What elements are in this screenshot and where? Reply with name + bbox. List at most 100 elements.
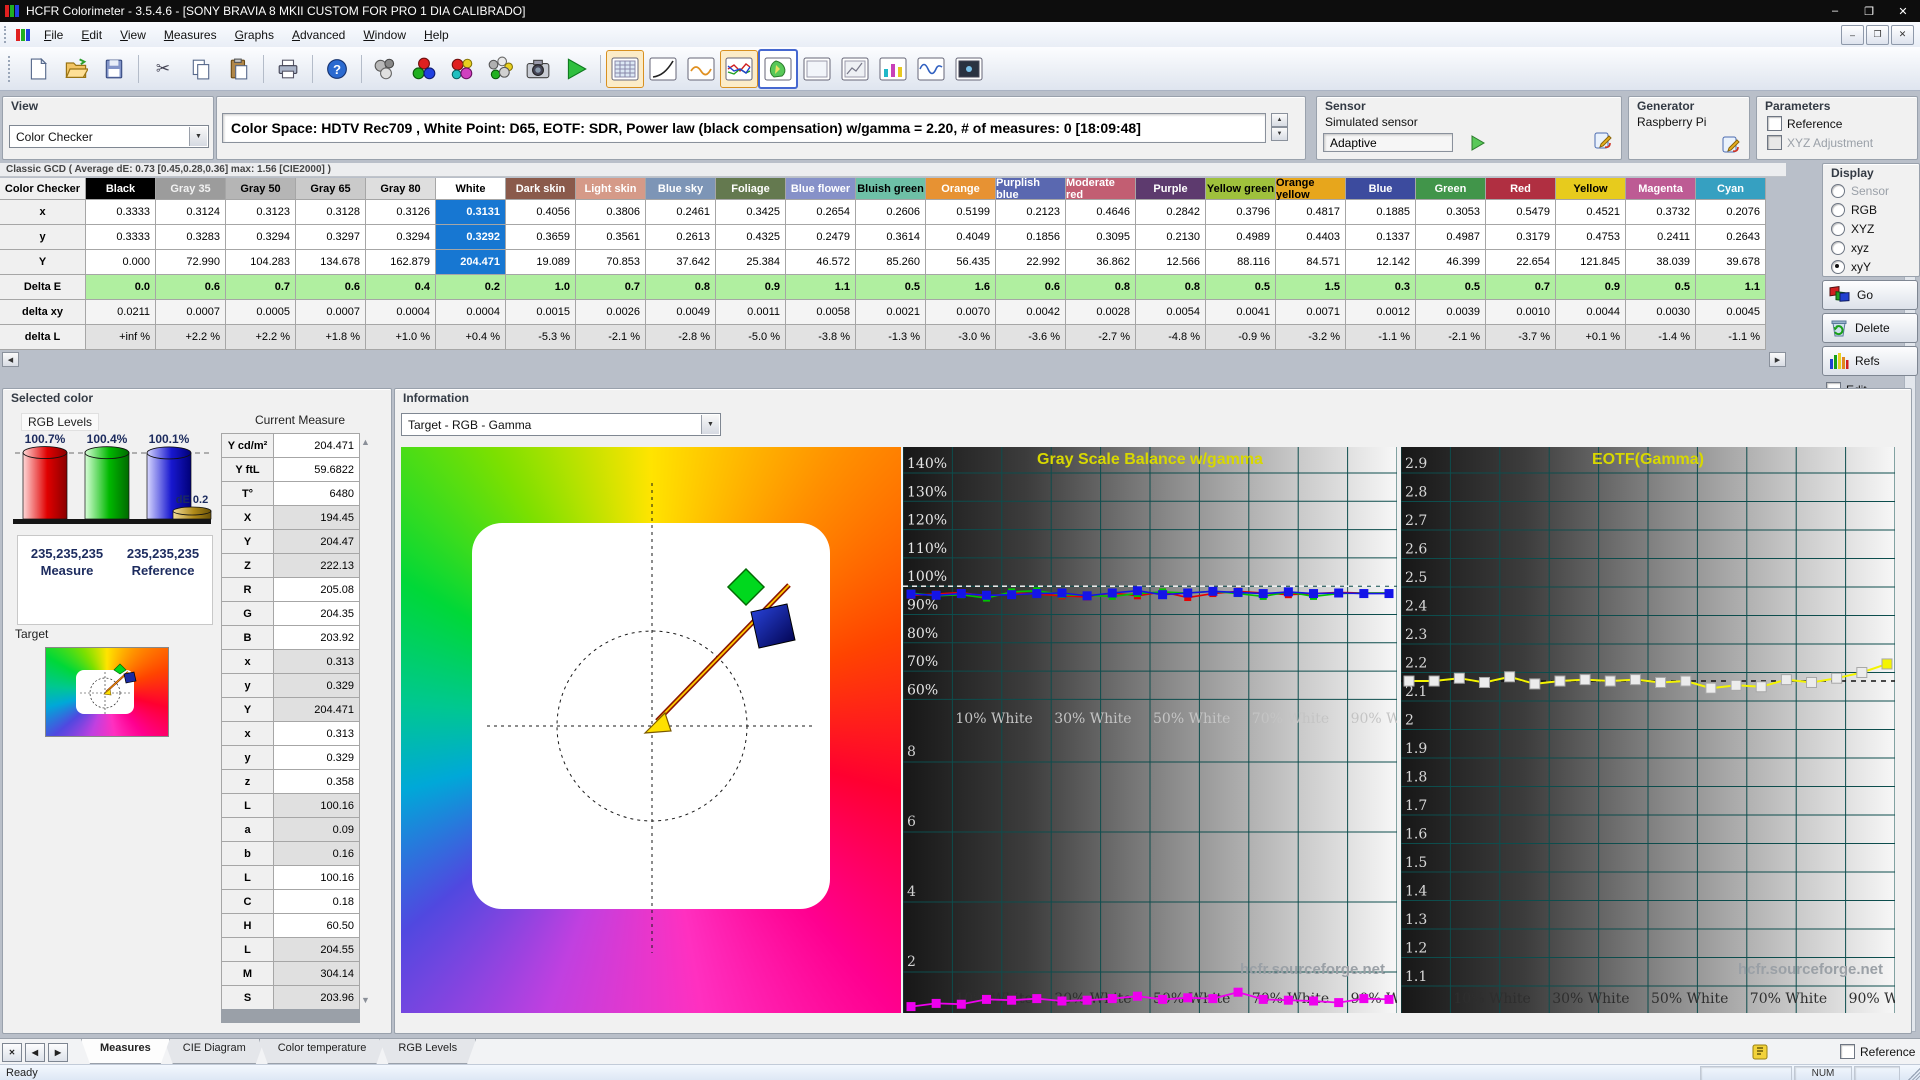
cm-scroll-up-icon[interactable]: ▲: [361, 437, 370, 447]
table-cell[interactable]: 46.572: [786, 250, 856, 275]
table-cell[interactable]: 0.2076: [1696, 200, 1766, 225]
table-cell[interactable]: +1.0 %: [366, 325, 436, 350]
table-cell[interactable]: 0.3614: [856, 225, 926, 250]
capture-button[interactable]: [519, 50, 557, 88]
table-cell[interactable]: 1.1: [1696, 275, 1766, 300]
bottom-reference-checkbox[interactable]: [1840, 1044, 1855, 1059]
table-cell[interactable]: 0.0030: [1626, 300, 1696, 325]
table-cell[interactable]: 0.0012: [1346, 300, 1416, 325]
tab-measures[interactable]: Measures: [81, 1039, 170, 1064]
tab-scroll-left-icon[interactable]: ◀: [25, 1043, 45, 1062]
sensor-mode-field[interactable]: Adaptive: [1323, 133, 1453, 152]
table-cell[interactable]: 0.4049: [926, 225, 996, 250]
table-cell[interactable]: 12.566: [1136, 250, 1206, 275]
table-cell[interactable]: +0.1 %: [1556, 325, 1626, 350]
table-cell[interactable]: 0.2: [436, 275, 506, 300]
column-header-black[interactable]: Black: [86, 178, 156, 200]
table-cell[interactable]: 0.8: [1066, 275, 1136, 300]
open-file-button[interactable]: [57, 50, 95, 88]
column-header-bluish-green[interactable]: Bluish green: [856, 178, 926, 200]
mdi-close-icon[interactable]: ✕: [1891, 24, 1914, 45]
table-cell[interactable]: 1.0: [506, 275, 576, 300]
radio-xyy-icon[interactable]: [1831, 259, 1845, 274]
table-cell[interactable]: 22.992: [996, 250, 1066, 275]
table-cell[interactable]: 0.9: [1556, 275, 1626, 300]
table-cell[interactable]: 56.435: [926, 250, 996, 275]
resize-grip[interactable]: [1905, 1065, 1920, 1080]
table-cell[interactable]: 204.471: [436, 250, 506, 275]
save-button[interactable]: [95, 50, 133, 88]
table-cell[interactable]: 0.2461: [646, 200, 716, 225]
tab-close-icon[interactable]: ✕: [2, 1043, 22, 1062]
table-cell[interactable]: 0.1337: [1346, 225, 1416, 250]
table-cell[interactable]: 0.4989: [1206, 225, 1276, 250]
sensor-configure-icon[interactable]: [1593, 131, 1613, 151]
column-header-dark-skin[interactable]: Dark skin: [506, 178, 576, 200]
measure-secondaries-button[interactable]: [443, 50, 481, 88]
table-scroll-right-icon[interactable]: ▶: [1769, 352, 1786, 367]
notification-icon[interactable]: [1752, 1044, 1768, 1060]
menu-item-help[interactable]: Help: [415, 24, 458, 46]
table-cell[interactable]: +0.4 %: [436, 325, 506, 350]
table-cell[interactable]: 0.3292: [436, 225, 506, 250]
table-cell[interactable]: 0.2130: [1136, 225, 1206, 250]
chevron-down-icon[interactable]: ▼: [189, 127, 207, 146]
tab-cie-diagram[interactable]: CIE Diagram: [164, 1039, 265, 1064]
table-cell[interactable]: 22.654: [1486, 250, 1556, 275]
table-cell[interactable]: -3.2 %: [1276, 325, 1346, 350]
table-cell[interactable]: 0.3294: [366, 225, 436, 250]
table-cell[interactable]: 0.2606: [856, 200, 926, 225]
table-cell[interactable]: 1.6: [926, 275, 996, 300]
table-cell[interactable]: 0.8: [646, 275, 716, 300]
table-cell[interactable]: 0.1856: [996, 225, 1066, 250]
table-cell[interactable]: -1.1 %: [1346, 325, 1416, 350]
table-cell[interactable]: 0.3179: [1486, 225, 1556, 250]
column-header-gray-80[interactable]: Gray 80: [366, 178, 436, 200]
table-cell[interactable]: 0.0011: [716, 300, 786, 325]
table-cell[interactable]: 0.3659: [506, 225, 576, 250]
view-rgb-levels-button[interactable]: [720, 49, 758, 88]
display-option-rgb[interactable]: RGB: [1823, 200, 1919, 219]
column-header-green[interactable]: Green: [1416, 178, 1486, 200]
table-cell[interactable]: 0.7: [576, 275, 646, 300]
table-cell[interactable]: 0.3333: [86, 225, 156, 250]
column-header-yellow[interactable]: Yellow: [1556, 178, 1626, 200]
column-header-gray-50[interactable]: Gray 50: [226, 178, 296, 200]
column-header-moderate-red[interactable]: Moderate red: [1066, 177, 1136, 201]
radio-rgb-icon[interactable]: [1831, 202, 1845, 217]
view-cie-diagram-button[interactable]: [758, 48, 798, 89]
cm-scroll-down-icon[interactable]: ▼: [361, 995, 370, 1005]
view-gamma-curve-button[interactable]: [644, 50, 682, 88]
table-cell[interactable]: 0.3095: [1066, 225, 1136, 250]
table-cell[interactable]: 0.3131: [436, 200, 506, 225]
table-cell[interactable]: 0.0042: [996, 300, 1066, 325]
tab-color-temperature[interactable]: Color temperature: [259, 1039, 386, 1064]
table-cell[interactable]: 38.039: [1626, 250, 1696, 275]
table-cell[interactable]: 0.0004: [436, 300, 506, 325]
mdi-minimize-icon[interactable]: –: [1841, 24, 1864, 45]
table-cell[interactable]: 134.678: [296, 250, 366, 275]
table-cell[interactable]: 0.5479: [1486, 200, 1556, 225]
column-header-purple[interactable]: Purple: [1136, 178, 1206, 200]
table-cell[interactable]: -3.7 %: [1486, 325, 1556, 350]
table-cell[interactable]: 0.0015: [506, 300, 576, 325]
menu-item-graphs[interactable]: Graphs: [226, 24, 283, 46]
table-cell[interactable]: 0.2411: [1626, 225, 1696, 250]
table-cell[interactable]: 0.4325: [716, 225, 786, 250]
table-cell[interactable]: 0.0: [86, 275, 156, 300]
spin-up-icon[interactable]: ▲: [1271, 113, 1288, 127]
refs-button[interactable]: Refs: [1822, 346, 1918, 376]
table-cell[interactable]: 0.3333: [86, 200, 156, 225]
table-cell[interactable]: 36.862: [1066, 250, 1136, 275]
table-cell[interactable]: -2.1 %: [1416, 325, 1486, 350]
table-cell[interactable]: 0.3425: [716, 200, 786, 225]
table-cell[interactable]: 0.4521: [1556, 200, 1626, 225]
table-cell[interactable]: 0.0005: [226, 300, 296, 325]
radio-xyz-icon[interactable]: [1831, 221, 1845, 236]
table-cell[interactable]: 0.0041: [1206, 300, 1276, 325]
table-cell[interactable]: 0.0058: [786, 300, 856, 325]
table-cell[interactable]: 0.4753: [1556, 225, 1626, 250]
column-header-foliage[interactable]: Foliage: [716, 178, 786, 200]
table-cell[interactable]: 0.3124: [156, 200, 226, 225]
table-cell[interactable]: 0.2654: [786, 200, 856, 225]
